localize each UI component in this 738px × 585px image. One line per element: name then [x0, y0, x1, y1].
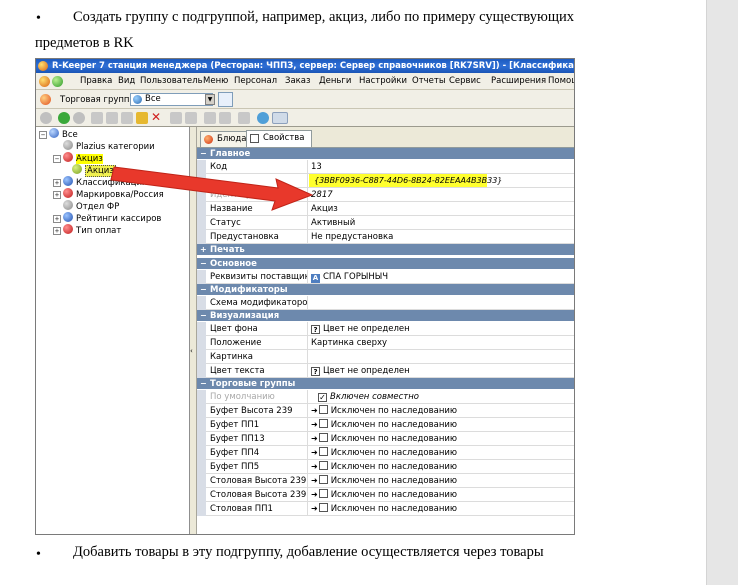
app-screenshot: R-Keeper 7 станция менеджера (Ресторан: …: [35, 58, 575, 535]
paragraph-1-line-1: Создать группу с подгруппой, например, а…: [73, 9, 575, 25]
bullet-1: •: [36, 11, 41, 26]
paragraph-1-line-2: предметов в RK: [35, 35, 134, 51]
annotation-arrow: [110, 166, 314, 211]
page-margin-edge: [706, 0, 738, 585]
paragraph-2: Добавить товары в эту подгруппу, добавле…: [73, 544, 544, 560]
red-arrow-icon: [110, 166, 314, 211]
bullet-2: •: [36, 547, 41, 562]
